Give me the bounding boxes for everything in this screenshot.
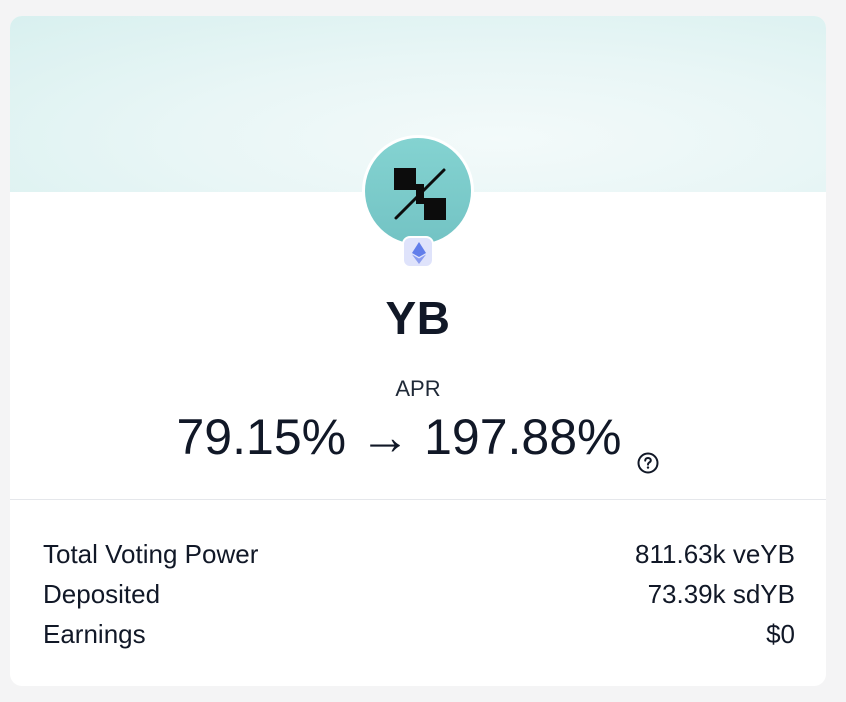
- apr-label: APR: [395, 376, 441, 401]
- token-name: YB: [385, 292, 451, 344]
- locker-card[interactable]: YB APR 79.15% → 197.88% Total Voting Pow…: [10, 16, 826, 686]
- stat-label: Deposited: [43, 578, 161, 609]
- ethereum-icon: [402, 236, 434, 268]
- question-circle-icon[interactable]: [637, 428, 659, 474]
- stats-list: Total Voting Power 811.63k veYB Deposite…: [43, 534, 795, 654]
- yb-token-logo-icon: [362, 135, 474, 247]
- apr-boosted: 197.88%: [424, 409, 622, 465]
- apr-values: 79.15% → 197.88%: [10, 409, 826, 474]
- stat-row-total-voting-power: Total Voting Power 811.63k veYB: [43, 534, 795, 574]
- stat-row-earnings: Earnings $0: [43, 614, 795, 654]
- stat-label: Earnings: [43, 618, 146, 649]
- divider: [10, 499, 826, 500]
- arrow-right-icon: →: [360, 409, 411, 465]
- stat-value: $0: [766, 618, 795, 649]
- stat-row-deposited: Deposited 73.39k sdYB: [43, 574, 795, 614]
- stat-label: Total Voting Power: [43, 538, 259, 569]
- stat-value: 811.63k veYB: [635, 538, 795, 569]
- stat-value: 73.39k sdYB: [647, 578, 795, 609]
- apr-current: 79.15%: [176, 409, 347, 465]
- yb-logo-glyph: [394, 168, 446, 220]
